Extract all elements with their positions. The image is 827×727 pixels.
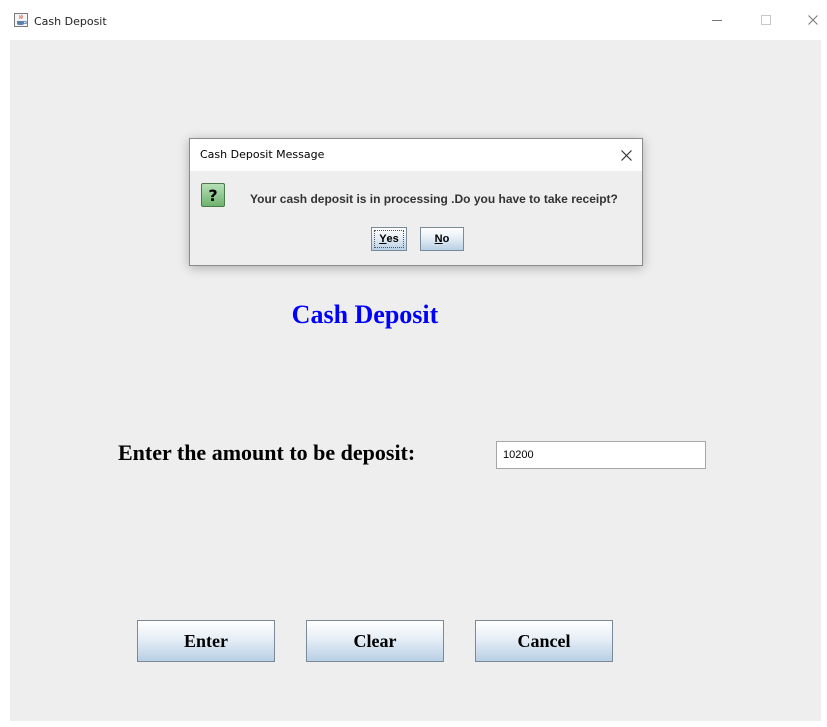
dialog-message: Your cash deposit is in processing .Do y…	[250, 192, 618, 206]
page-title: Cash Deposit	[291, 300, 439, 329]
window-titlebar: Cash Deposit	[0, 0, 827, 40]
minimize-icon	[712, 20, 722, 21]
close-icon	[620, 149, 632, 161]
enter-button[interactable]: Enter	[137, 620, 275, 662]
close-icon	[808, 15, 818, 25]
yes-label-rest: es	[386, 233, 399, 245]
message-dialog: Cash Deposit Message ? Your cash deposit…	[189, 138, 643, 266]
dialog-titlebar: Cash Deposit Message	[190, 139, 642, 171]
cancel-button[interactable]: Cancel	[475, 620, 613, 662]
maximize-button[interactable]	[748, 8, 784, 32]
no-label-rest: o	[442, 233, 450, 245]
question-icon: ?	[201, 183, 225, 207]
amount-label: Enter the amount to be deposit:	[118, 440, 416, 465]
window-title: Cash Deposit	[34, 15, 107, 28]
close-button[interactable]	[795, 8, 827, 32]
java-cup-icon	[14, 13, 28, 27]
clear-button[interactable]: Clear	[306, 620, 444, 662]
dialog-title: Cash Deposit Message	[200, 148, 325, 161]
no-mnemonic: N	[434, 233, 443, 245]
minimize-button[interactable]	[699, 8, 735, 32]
maximize-icon	[761, 15, 771, 25]
dialog-close-button[interactable]	[614, 143, 638, 167]
amount-input[interactable]	[496, 441, 706, 469]
no-button[interactable]: No	[420, 227, 464, 251]
yes-button[interactable]: Yes	[371, 227, 407, 251]
yes-mnemonic: Y	[379, 233, 387, 245]
